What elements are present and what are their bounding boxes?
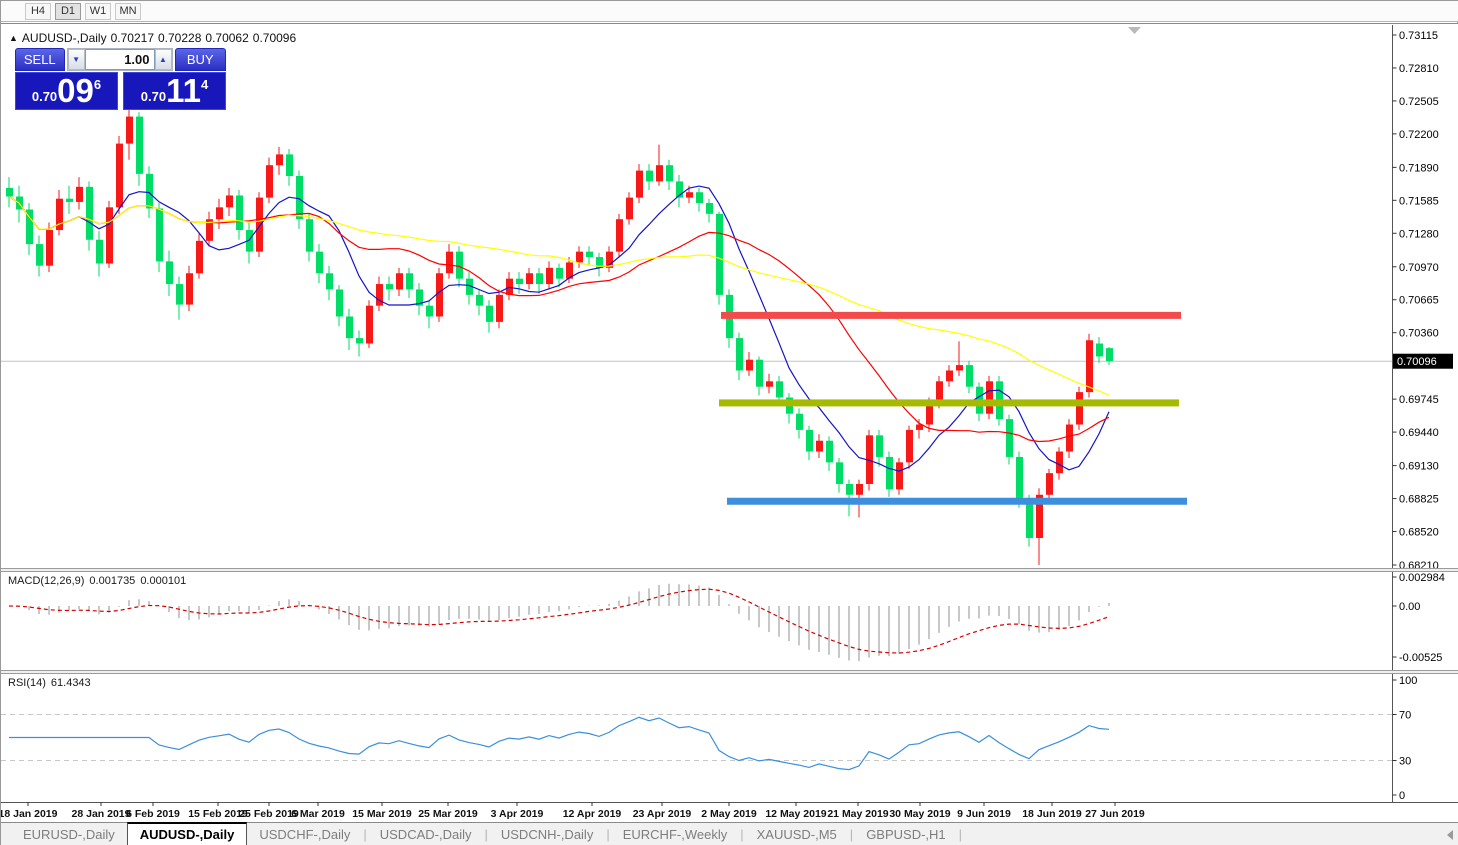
chart-tab-eurchf[interactable]: EURCHF-,Weekly xyxy=(611,824,740,845)
timeframe-toolbar: H4 D1 W1 MN xyxy=(1,1,1458,22)
chart-tab-gbpusd[interactable]: GBPUSD-,H1 xyxy=(854,824,957,845)
svg-text:-0.00525: -0.00525 xyxy=(1399,652,1442,664)
chart-shift-marker-icon[interactable] xyxy=(1128,27,1141,34)
svg-text:0.72505: 0.72505 xyxy=(1399,96,1439,108)
buy-price-display[interactable]: 0.70 11 4 xyxy=(123,72,226,110)
ohlc-close: 0.70096 xyxy=(252,31,297,45)
timeframe-button-d1[interactable]: D1 xyxy=(55,2,81,20)
svg-text:0.69745: 0.69745 xyxy=(1399,394,1439,406)
volume-input[interactable] xyxy=(84,49,155,70)
buy-price-sup: 4 xyxy=(200,77,209,92)
svg-text:15 Mar 2019: 15 Mar 2019 xyxy=(352,808,412,820)
pivot-line[interactable] xyxy=(719,399,1179,407)
svg-text:27 Jun 2019: 27 Jun 2019 xyxy=(1085,808,1145,820)
terminal-window: H4 D1 W1 MN ▲ AUDUSD-,Daily 0.70217 0.70228 0.7… xyxy=(0,0,1458,845)
svg-text:100: 100 xyxy=(1399,675,1417,687)
chart-tab-usdcad[interactable]: USDCAD-,Daily xyxy=(368,824,484,845)
svg-text:12 May 2019: 12 May 2019 xyxy=(765,808,826,820)
chart-tab-audusd[interactable]: AUDUSD-,Daily xyxy=(126,822,248,845)
chart-tab-usdchf[interactable]: USDCHF-,Daily xyxy=(247,824,362,845)
svg-text:30 May 2019: 30 May 2019 xyxy=(889,808,950,820)
chart-window: ▲ AUDUSD-,Daily 0.70217 0.70228 0.70062 0.700… xyxy=(1,23,1458,845)
sell-price-display[interactable]: 0.70 09 6 xyxy=(15,72,118,110)
tab-scroll-left-icon[interactable] xyxy=(1447,830,1453,840)
svg-text:0.69440: 0.69440 xyxy=(1399,427,1439,439)
svg-text:6 Mar 2019: 6 Mar 2019 xyxy=(291,808,345,820)
svg-text:0.70360: 0.70360 xyxy=(1399,328,1439,340)
resistance-line[interactable] xyxy=(721,311,1181,319)
svg-text:0.72810: 0.72810 xyxy=(1399,63,1439,75)
svg-text:0: 0 xyxy=(1399,790,1405,802)
macd-label: MACD(12,26,9) 0.001735 0.000101 xyxy=(8,575,187,587)
svg-text:0.68520: 0.68520 xyxy=(1399,527,1439,539)
svg-text:0.68825: 0.68825 xyxy=(1399,494,1439,506)
chart-tab-bar: EURUSD-,Daily AUDUSD-,Daily USDCHF-,Daily |… xyxy=(1,822,1458,845)
volume-increase-button[interactable]: ▲ xyxy=(154,49,172,70)
svg-text:18 Jan 2019: 18 Jan 2019 xyxy=(1,808,58,820)
svg-text:0.70665: 0.70665 xyxy=(1399,295,1439,307)
svg-text:70: 70 xyxy=(1399,710,1411,722)
window-marker-icon: ▲ xyxy=(9,33,18,43)
sell-price-sup: 6 xyxy=(93,77,102,92)
support-line[interactable] xyxy=(727,497,1187,505)
rsi-pane[interactable]: 100 70 30 0 xyxy=(1,674,1458,802)
sell-price-big: 09 xyxy=(57,72,94,109)
one-click-trading-widget: SELL ▼ ▲ BUY 0.70096 0.70114 xyxy=(15,48,226,110)
date-axis[interactable]: 18 Jan 2019 28 Jan 20196 Feb 2019 15 Feb 2… xyxy=(1,802,1458,822)
volume-stepper: ▼ ▲ xyxy=(66,48,173,71)
sell-button[interactable]: SELL xyxy=(15,48,65,71)
svg-text:0.69130: 0.69130 xyxy=(1399,461,1439,473)
svg-text:28 Jan 2019: 28 Jan 2019 xyxy=(72,808,131,820)
sell-price-prefix: 0.70 xyxy=(31,88,58,104)
ohlc-high: 0.70228 xyxy=(158,31,202,45)
chart-tab-xauusd[interactable]: XAUUSD-,M5 xyxy=(745,824,849,845)
timeframe-button-h4[interactable]: H4 xyxy=(25,2,51,20)
svg-text:0.72200: 0.72200 xyxy=(1399,129,1439,141)
svg-text:3 Apr 2019: 3 Apr 2019 xyxy=(491,808,544,820)
svg-text:25 Feb 2019: 25 Feb 2019 xyxy=(239,808,299,820)
tab-separator: | xyxy=(958,827,963,842)
chart-tab-usdcnh[interactable]: USDCNH-,Daily xyxy=(489,824,605,845)
macd-pane[interactable]: 0.002984 0.00 -0.00525 xyxy=(1,572,1458,670)
volume-decrease-button[interactable]: ▼ xyxy=(67,49,85,70)
svg-text:21 May 2019: 21 May 2019 xyxy=(827,808,888,820)
svg-text:0.71890: 0.71890 xyxy=(1399,162,1439,174)
rsi-label: RSI(14) 61.4343 xyxy=(8,677,91,689)
ohlc-open: 0.70217 xyxy=(110,31,154,45)
timeframe-button-mn[interactable]: MN xyxy=(115,2,141,20)
svg-text:0.002984: 0.002984 xyxy=(1399,572,1445,584)
svg-text:0.00: 0.00 xyxy=(1399,601,1420,613)
svg-text:0.71280: 0.71280 xyxy=(1399,228,1439,240)
chart-title: ▲ AUDUSD-,Daily 0.70217 0.70228 0.70062 0.700… xyxy=(9,31,300,45)
svg-text:0.71585: 0.71585 xyxy=(1399,195,1439,207)
svg-text:2 May 2019: 2 May 2019 xyxy=(701,808,757,820)
svg-text:23 Apr 2019: 23 Apr 2019 xyxy=(633,808,692,820)
svg-text:0.73115: 0.73115 xyxy=(1399,30,1438,42)
svg-text:9 Jun 2019: 9 Jun 2019 xyxy=(957,808,1011,820)
svg-text:18 Jun 2019: 18 Jun 2019 xyxy=(1022,808,1082,820)
svg-text:0.70970: 0.70970 xyxy=(1399,262,1439,274)
svg-text:12 Apr 2019: 12 Apr 2019 xyxy=(563,808,622,820)
buy-price-prefix: 0.70 xyxy=(140,88,167,104)
ohlc-low: 0.70062 xyxy=(205,31,249,45)
timeframe-button-w1[interactable]: W1 xyxy=(85,2,111,20)
buy-button[interactable]: BUY xyxy=(174,48,226,71)
svg-text:30: 30 xyxy=(1399,756,1411,768)
buy-price-big: 11 xyxy=(166,72,201,109)
chart-tab-eurusd[interactable]: EURUSD-,Daily xyxy=(11,824,127,845)
svg-text:25 Mar 2019: 25 Mar 2019 xyxy=(418,808,478,820)
svg-text:6 Feb 2019: 6 Feb 2019 xyxy=(126,808,180,820)
svg-text:0.68210: 0.68210 xyxy=(1399,560,1439,568)
chart-symbol: AUDUSD-,Daily xyxy=(21,31,107,45)
current-price-badge: 0.70096 xyxy=(1397,356,1437,368)
